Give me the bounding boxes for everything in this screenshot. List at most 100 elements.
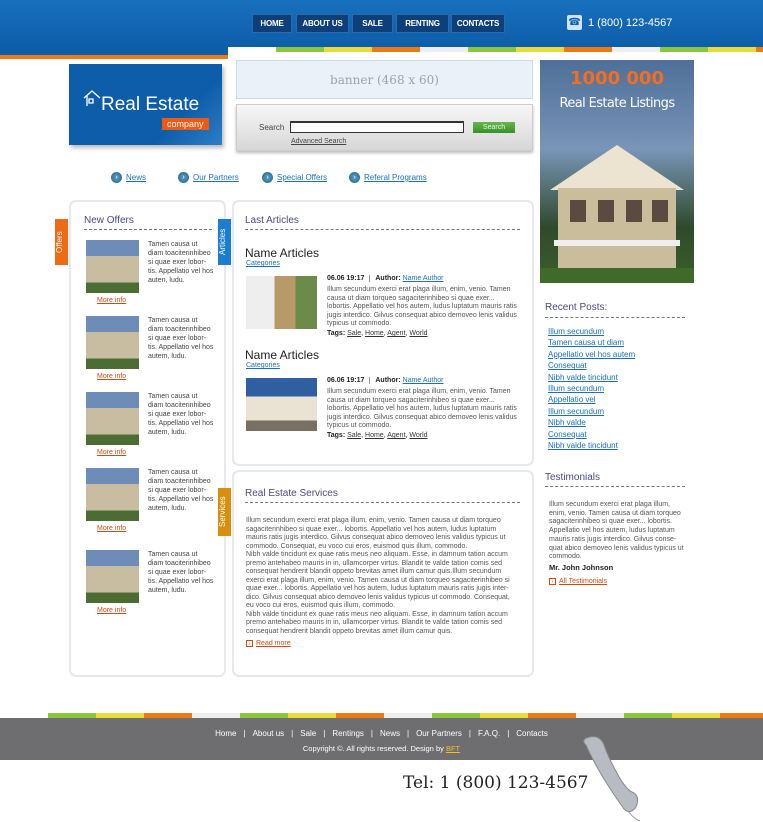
ad-subheadline: Real Estate Listings — [559, 96, 675, 111]
article-category-link[interactable]: Categories — [246, 260, 280, 267]
offer-house-photo[interactable] — [86, 468, 139, 521]
tag-link[interactable]: Home — [365, 432, 384, 439]
footer-link[interactable]: Rentings — [332, 729, 364, 738]
footer-link[interactable]: Contacts — [516, 729, 548, 738]
article-date: 06.06 19:17 — [327, 275, 371, 282]
search-button[interactable]: Search — [473, 122, 515, 133]
quick-link-partners[interactable]: › Our Partners — [178, 172, 239, 183]
nav-renting[interactable]: RENTING — [396, 14, 449, 33]
quick-link-label[interactable]: News — [126, 173, 146, 182]
tags-label: Tags: — [327, 330, 346, 337]
recent-post-link[interactable]: Nibh valde — [548, 417, 635, 428]
quick-link-label[interactable]: Our Partners — [193, 173, 239, 182]
all-testimonials-link[interactable]: › All Testimonials — [549, 578, 607, 585]
quick-link-referal[interactable]: › Referal Programs — [349, 172, 427, 183]
all-testimonials-label[interactable]: All Testimonials — [559, 578, 607, 585]
more-info-link[interactable]: More info — [97, 607, 126, 614]
article-photo[interactable] — [246, 378, 317, 431]
footer-tel: Tel: 1 (800) 123-4567 — [403, 773, 589, 793]
article-category-link[interactable]: Categories — [246, 362, 280, 369]
nav-home[interactable]: HOME — [252, 14, 292, 33]
tag-link[interactable]: Agent — [387, 432, 405, 439]
nav-about-us[interactable]: ABOUT US — [296, 14, 349, 33]
quick-link-label[interactable]: Referal Programs — [364, 173, 427, 182]
recent-post-link[interactable]: Illum secundum — [548, 406, 635, 417]
logo[interactable]: Real Estate company — [69, 64, 222, 145]
color-stripe — [276, 47, 324, 52]
footer-link[interactable]: Home — [215, 729, 236, 738]
footer-link[interactable]: Sale — [300, 729, 316, 738]
article-title[interactable]: Name Articles — [245, 348, 319, 362]
designer-link[interactable]: BFT — [446, 744, 460, 753]
recent-post-link[interactable]: Illum secundum — [548, 326, 635, 337]
separator: | — [291, 729, 294, 738]
article-date: 06.06 19:17 — [327, 377, 371, 384]
tag-link[interactable]: World — [409, 432, 427, 439]
header-phone: ☎ 1 (800) 123-4567 — [567, 15, 672, 30]
author-link[interactable]: Name Author — [403, 377, 444, 384]
offer-house-photo[interactable] — [86, 240, 139, 293]
search-input[interactable] — [290, 121, 464, 133]
divider — [245, 229, 520, 230]
offer-text: Tamen causa ut diam toaciterinhibeo si q… — [148, 469, 214, 512]
color-stripe — [660, 47, 708, 52]
footer-link[interactable]: News — [380, 729, 400, 738]
offer-house-photo[interactable] — [86, 550, 139, 603]
offer-text: Tamen causa ut diam toaciterinhibeo si q… — [148, 241, 214, 284]
tag-link[interactable]: Sale — [347, 330, 361, 337]
more-info-link[interactable]: More info — [97, 449, 126, 456]
footer-nav: Home | About us | Sale | Rentings | News | Our Par… — [0, 729, 763, 738]
more-info-link[interactable]: More info — [97, 373, 126, 380]
more-info-link[interactable]: More info — [97, 297, 126, 304]
article-meta: 06.06 19:17 Author: Name Author — [327, 377, 443, 384]
color-stripe — [612, 47, 660, 52]
color-stripe — [564, 47, 612, 52]
quick-link-label[interactable]: Special Offers — [277, 173, 327, 182]
author-link[interactable]: Name Author — [403, 275, 444, 282]
color-stripe — [324, 47, 372, 52]
header-left-extension — [0, 47, 228, 55]
offer-house-photo[interactable] — [86, 316, 139, 369]
read-more-label[interactable]: Read more — [256, 640, 291, 647]
search-label: Search — [259, 123, 285, 132]
copyright: Copyright ©. All rights reserved. Design… — [0, 744, 763, 753]
recent-post-link[interactable]: Consequat — [548, 360, 635, 371]
more-info-link[interactable]: More info — [97, 525, 126, 532]
read-more-link[interactable]: › Read more — [246, 640, 291, 647]
banner-placeholder[interactable]: banner (468 x 60) — [236, 60, 533, 99]
article-tags: Tags: Sale, Home, Agent, World — [327, 330, 428, 337]
nav-contacts[interactable]: CONTACTS — [451, 14, 505, 33]
footer-link[interactable]: Our Partners — [416, 729, 462, 738]
recent-post-link[interactable]: Nibh valde tincidunt — [548, 440, 635, 451]
article-meta: 06.06 19:17 Author: Name Author — [327, 275, 443, 282]
article-photo[interactable] — [246, 276, 317, 329]
tag-link[interactable]: World — [409, 330, 427, 337]
article-title[interactable]: Name Articles — [245, 246, 319, 260]
arrow-circle-icon: › — [111, 172, 122, 183]
testimonial-author: Mr. John Johnson — [549, 563, 614, 572]
offers-tab: Offers — [55, 219, 68, 265]
recent-post-link[interactable]: Nibh valde tincidunt — [548, 372, 635, 383]
divider — [545, 317, 685, 318]
listings-ad[interactable]: 1000 000 Real Estate Listings — [540, 60, 694, 283]
recent-post-link[interactable]: Tamen causa ut diam — [548, 337, 635, 348]
recent-post-link[interactable]: Consequat — [548, 429, 635, 440]
offer-text: Tamen causa ut diam toaciterinhibeo si q… — [148, 551, 214, 594]
tag-link[interactable]: Home — [365, 330, 384, 337]
tag-link[interactable]: Sale — [347, 432, 361, 439]
offer-item: Tamen causa ut diam toaciterinhibeo si q… — [86, 240, 216, 312]
quick-link-special-offers[interactable]: › Special Offers — [262, 172, 327, 183]
telephone-handset-icon — [583, 736, 641, 822]
recent-post-link[interactable]: Illum secundum — [548, 383, 635, 394]
tag-link[interactable]: Agent — [387, 330, 405, 337]
recent-posts-list: Illum secundum Tamen causa ut diam Appella… — [548, 326, 635, 451]
nav-sale[interactable]: SALE — [352, 14, 393, 33]
offer-house-photo[interactable] — [86, 392, 139, 445]
footer-link[interactable]: About us — [253, 729, 285, 738]
article-tags: Tags: Sale, Home, Agent, World — [327, 432, 428, 439]
quick-link-news[interactable]: › News — [111, 172, 146, 183]
advanced-search-link[interactable]: Advanced Search — [291, 138, 346, 145]
recent-post-link[interactable]: Appellatio vel — [548, 394, 635, 405]
recent-post-link[interactable]: Appellatio vel hos autem — [548, 349, 635, 360]
footer-link[interactable]: F.A.Q. — [478, 729, 500, 738]
